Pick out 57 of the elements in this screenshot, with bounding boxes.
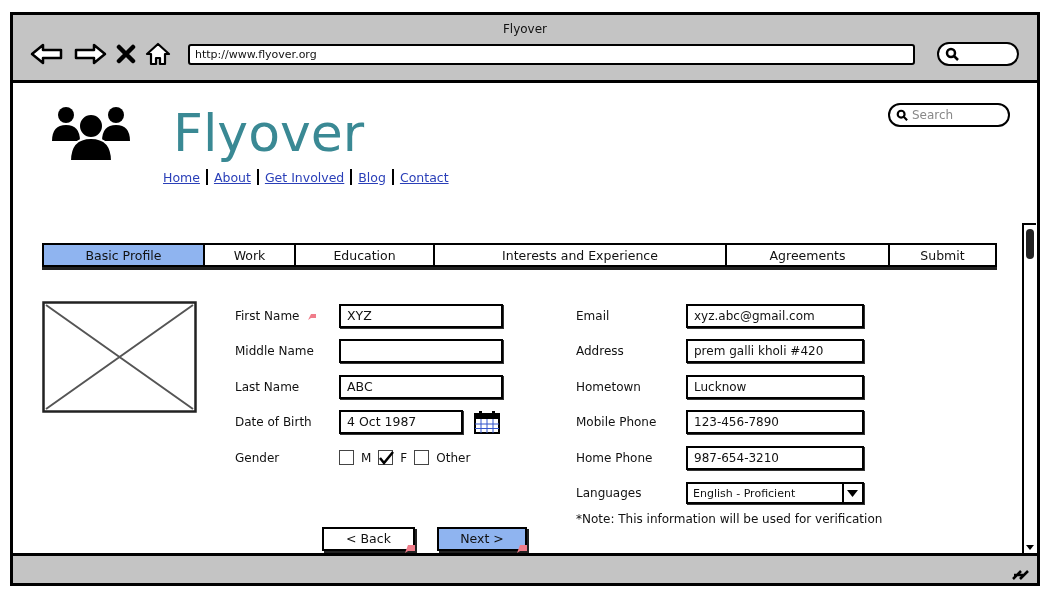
field-label: Mobile Phone — [576, 415, 658, 430]
close-icon[interactable] — [116, 44, 136, 64]
checkbox[interactable] — [414, 450, 430, 466]
date-field[interactable]: 4 Oct 1987 — [339, 410, 463, 435]
resize-grip-icon[interactable] — [1011, 567, 1031, 581]
field-label: Last Name — [235, 379, 301, 394]
checkbox-label: Other — [436, 450, 471, 465]
dropdown[interactable]: English - Proficient — [686, 482, 864, 505]
tab[interactable]: Submit — [889, 243, 997, 267]
back-button[interactable]: < Back — [322, 526, 415, 551]
nav-link[interactable]: Blog — [358, 169, 386, 185]
tab[interactable]: Agreements — [726, 243, 889, 267]
input-field[interactable]: Lucknow — [686, 374, 864, 399]
search-icon — [945, 47, 959, 61]
input-field[interactable]: xyz.abc@gmail.com — [686, 303, 864, 328]
input-field[interactable] — [339, 339, 503, 364]
field-label: Gender — [235, 450, 281, 465]
input-field[interactable]: 123-456-7890 — [686, 410, 864, 435]
home-icon[interactable] — [145, 42, 171, 66]
search-field[interactable]: Search — [888, 103, 1010, 127]
people-group-icon — [50, 105, 132, 163]
field-label: Home Phone — [576, 450, 654, 465]
checkbox-label: M — [361, 450, 372, 465]
nav-link[interactable]: Get Involved — [264, 169, 345, 185]
note-text: *Note: This information will be used for verification — [576, 512, 883, 526]
window-title: Flyover — [501, 21, 549, 36]
field-label: Middle Name — [235, 344, 315, 359]
scrollbar-thumb[interactable] — [1026, 229, 1034, 259]
scrollbar[interactable] — [1022, 223, 1036, 555]
checkbox-label: F — [400, 450, 408, 465]
field-label: First Name — [235, 308, 339, 323]
tab[interactable]: Interests and Experience — [434, 243, 726, 267]
browser-search-field[interactable] — [937, 42, 1019, 66]
input-field[interactable]: prem galli kholi #420 — [686, 339, 864, 364]
nav-link[interactable]: About — [213, 169, 251, 185]
search-icon — [896, 109, 908, 121]
checkbox[interactable] — [339, 450, 354, 466]
address-field[interactable]: http://www.flyover.org — [188, 43, 915, 65]
field-label: Date of Birth — [235, 415, 313, 430]
input-field[interactable]: 987-654-3210 — [686, 445, 864, 470]
field-label: Email — [576, 308, 611, 323]
nav-link[interactable]: Home — [163, 169, 200, 185]
field-label: Address — [576, 344, 625, 359]
calendar-icon[interactable] — [473, 410, 501, 435]
input-field[interactable]: XYZ — [339, 303, 503, 328]
nav-link[interactable]: Contact — [399, 169, 449, 185]
next-button[interactable]: Next > — [437, 526, 527, 551]
input-field[interactable]: ABC — [339, 374, 503, 399]
field-label: Hometown — [576, 379, 642, 394]
back-arrow-icon[interactable] — [30, 43, 64, 65]
tab[interactable]: Basic Profile — [42, 243, 204, 267]
tab[interactable]: Work — [204, 243, 295, 267]
field-label: Languages — [576, 486, 643, 501]
forward-arrow-icon[interactable] — [73, 43, 107, 65]
tab[interactable]: Education — [295, 243, 434, 267]
site-title: Flyover — [173, 103, 366, 163]
checkbox[interactable] — [378, 450, 394, 466]
